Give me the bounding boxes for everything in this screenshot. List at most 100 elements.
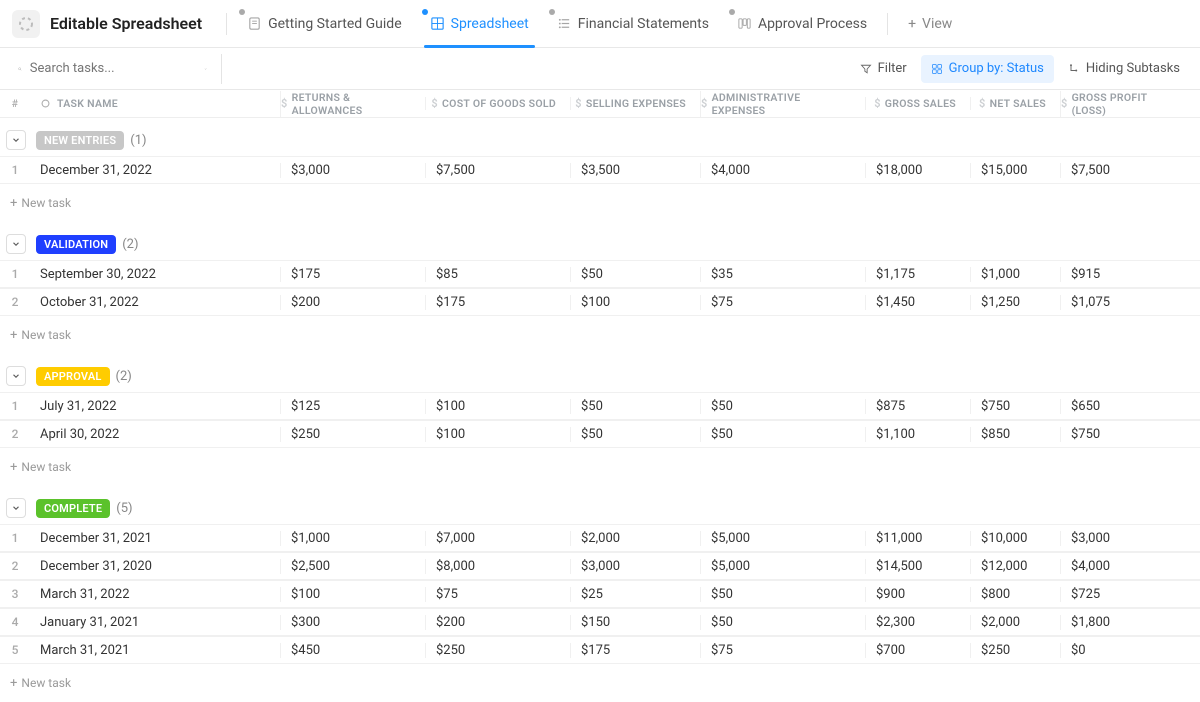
cell-net-sales[interactable]: $12,000 xyxy=(970,559,1060,574)
cell-selling[interactable]: $2,000 xyxy=(570,531,700,546)
cell-admin[interactable]: $75 xyxy=(700,295,865,310)
search-input[interactable] xyxy=(30,61,196,76)
cell-gross-profit[interactable]: $7,500 xyxy=(1060,163,1190,178)
table-row[interactable]: 3March 31, 2022$100$75$25$50$900$800$725 xyxy=(0,580,1200,608)
cell-gross-profit[interactable]: $4,000 xyxy=(1060,559,1190,574)
table-row[interactable]: 1September 30, 2022$175$85$50$35$1,175$1… xyxy=(0,260,1200,288)
cell-selling[interactable]: $3,000 xyxy=(570,559,700,574)
cell-returns[interactable]: $250 xyxy=(280,427,425,442)
add-view-button[interactable]: + View xyxy=(894,0,966,48)
cell-net-sales[interactable]: $750 xyxy=(970,399,1060,414)
cell-selling[interactable]: $100 xyxy=(570,295,700,310)
cell-gross-profit[interactable]: $750 xyxy=(1060,427,1190,442)
cell-cogs[interactable]: $100 xyxy=(425,399,570,414)
task-name-cell[interactable]: July 31, 2022 xyxy=(30,399,280,414)
table-row[interactable]: 2October 31, 2022$200$175$100$75$1,450$1… xyxy=(0,288,1200,316)
cell-selling[interactable]: $50 xyxy=(570,427,700,442)
chevron-down-icon[interactable] xyxy=(204,63,207,75)
cell-selling[interactable]: $150 xyxy=(570,615,700,630)
cell-net-sales[interactable]: $1,000 xyxy=(970,267,1060,282)
cell-admin[interactable]: $4,000 xyxy=(700,163,865,178)
collapse-button[interactable] xyxy=(6,130,26,150)
cell-selling[interactable]: $50 xyxy=(570,267,700,282)
status-badge[interactable]: NEW ENTRIES xyxy=(36,131,124,150)
group-header[interactable]: COMPLETE(5) xyxy=(0,492,1200,524)
cell-admin[interactable]: $5,000 xyxy=(700,531,865,546)
tab-getting-started[interactable]: Getting Started Guide xyxy=(233,0,416,48)
cell-selling[interactable]: $175 xyxy=(570,643,700,658)
col-gross-profit-header[interactable]: $GROSS PROFIT (LOSS) xyxy=(1060,91,1190,117)
cell-admin[interactable]: $50 xyxy=(700,587,865,602)
filter-button[interactable]: Filter xyxy=(850,55,917,83)
task-name-cell[interactable]: December 31, 2021 xyxy=(30,531,280,546)
cell-net-sales[interactable]: $250 xyxy=(970,643,1060,658)
cell-cogs[interactable]: $100 xyxy=(425,427,570,442)
cell-cogs[interactable]: $75 xyxy=(425,587,570,602)
table-row[interactable]: 2December 31, 2020$2,500$8,000$3,000$5,0… xyxy=(0,552,1200,580)
new-task-button[interactable]: +New task xyxy=(0,322,1200,348)
task-name-cell[interactable]: September 30, 2022 xyxy=(30,267,280,282)
cell-admin[interactable]: $35 xyxy=(700,267,865,282)
cell-returns[interactable]: $450 xyxy=(280,643,425,658)
cell-cogs[interactable]: $7,000 xyxy=(425,531,570,546)
cell-net-sales[interactable]: $10,000 xyxy=(970,531,1060,546)
col-net-sales-header[interactable]: $NET SALES xyxy=(970,97,1060,110)
table-row[interactable]: 1July 31, 2022$125$100$50$50$875$750$650 xyxy=(0,392,1200,420)
cell-selling[interactable]: $25 xyxy=(570,587,700,602)
task-name-cell[interactable]: March 31, 2022 xyxy=(30,587,280,602)
new-task-button[interactable]: +New task xyxy=(0,670,1200,696)
collapse-button[interactable] xyxy=(6,234,26,254)
cell-gross-sales[interactable]: $1,450 xyxy=(865,295,970,310)
cell-gross-sales[interactable]: $900 xyxy=(865,587,970,602)
col-cogs-header[interactable]: $COST OF GOODS SOLD xyxy=(425,97,570,110)
task-name-cell[interactable]: December 31, 2020 xyxy=(30,559,280,574)
group-by-button[interactable]: Group by: Status xyxy=(921,55,1054,83)
cell-net-sales[interactable]: $800 xyxy=(970,587,1060,602)
cell-returns[interactable]: $125 xyxy=(280,399,425,414)
cell-admin[interactable]: $50 xyxy=(700,615,865,630)
status-badge[interactable]: VALIDATION xyxy=(36,235,116,254)
table-row[interactable]: 1December 31, 2022$3,000$7,500$3,500$4,0… xyxy=(0,156,1200,184)
col-selling-header[interactable]: $SELLING EXPENSES xyxy=(570,97,700,110)
cell-selling[interactable]: $3,500 xyxy=(570,163,700,178)
cell-gross-sales[interactable]: $14,500 xyxy=(865,559,970,574)
col-admin-header[interactable]: $ADMINISTRATIVE EXPENSES xyxy=(700,91,865,117)
task-name-cell[interactable]: December 31, 2022 xyxy=(30,163,280,178)
cell-gross-profit[interactable]: $1,800 xyxy=(1060,615,1190,630)
cell-admin[interactable]: $5,000 xyxy=(700,559,865,574)
app-icon[interactable] xyxy=(12,10,40,38)
cell-selling[interactable]: $50 xyxy=(570,399,700,414)
cell-returns[interactable]: $1,000 xyxy=(280,531,425,546)
task-name-cell[interactable]: April 30, 2022 xyxy=(30,427,280,442)
cell-gross-profit[interactable]: $3,000 xyxy=(1060,531,1190,546)
cell-returns[interactable]: $100 xyxy=(280,587,425,602)
col-returns-header[interactable]: $RETURNS & ALLOWANCES xyxy=(280,91,425,117)
task-name-cell[interactable]: January 31, 2021 xyxy=(30,615,280,630)
cell-admin[interactable]: $50 xyxy=(700,427,865,442)
table-row[interactable]: 2April 30, 2022$250$100$50$50$1,100$850$… xyxy=(0,420,1200,448)
task-name-cell[interactable]: March 31, 2021 xyxy=(30,643,280,658)
cell-returns[interactable]: $200 xyxy=(280,295,425,310)
cell-net-sales[interactable]: $15,000 xyxy=(970,163,1060,178)
cell-gross-profit[interactable]: $650 xyxy=(1060,399,1190,414)
tab-approval-process[interactable]: Approval Process xyxy=(723,0,881,48)
status-badge[interactable]: COMPLETE xyxy=(36,499,110,518)
cell-net-sales[interactable]: $1,250 xyxy=(970,295,1060,310)
cell-returns[interactable]: $3,000 xyxy=(280,163,425,178)
cell-cogs[interactable]: $8,000 xyxy=(425,559,570,574)
cell-admin[interactable]: $75 xyxy=(700,643,865,658)
cell-net-sales[interactable]: $850 xyxy=(970,427,1060,442)
cell-cogs[interactable]: $175 xyxy=(425,295,570,310)
tab-financial-statements[interactable]: Financial Statements xyxy=(543,0,723,48)
cell-gross-profit[interactable]: $915 xyxy=(1060,267,1190,282)
search-input-wrap[interactable] xyxy=(10,54,215,84)
task-name-cell[interactable]: October 31, 2022 xyxy=(30,295,280,310)
cell-gross-sales[interactable]: $700 xyxy=(865,643,970,658)
col-gross-sales-header[interactable]: $GROSS SALES xyxy=(865,97,970,110)
cell-returns[interactable]: $175 xyxy=(280,267,425,282)
cell-gross-sales[interactable]: $11,000 xyxy=(865,531,970,546)
cell-cogs[interactable]: $200 xyxy=(425,615,570,630)
table-row[interactable]: 5March 31, 2021$450$250$175$75$700$250$0 xyxy=(0,636,1200,664)
table-row[interactable]: 1December 31, 2021$1,000$7,000$2,000$5,0… xyxy=(0,524,1200,552)
group-header[interactable]: VALIDATION(2) xyxy=(0,228,1200,260)
